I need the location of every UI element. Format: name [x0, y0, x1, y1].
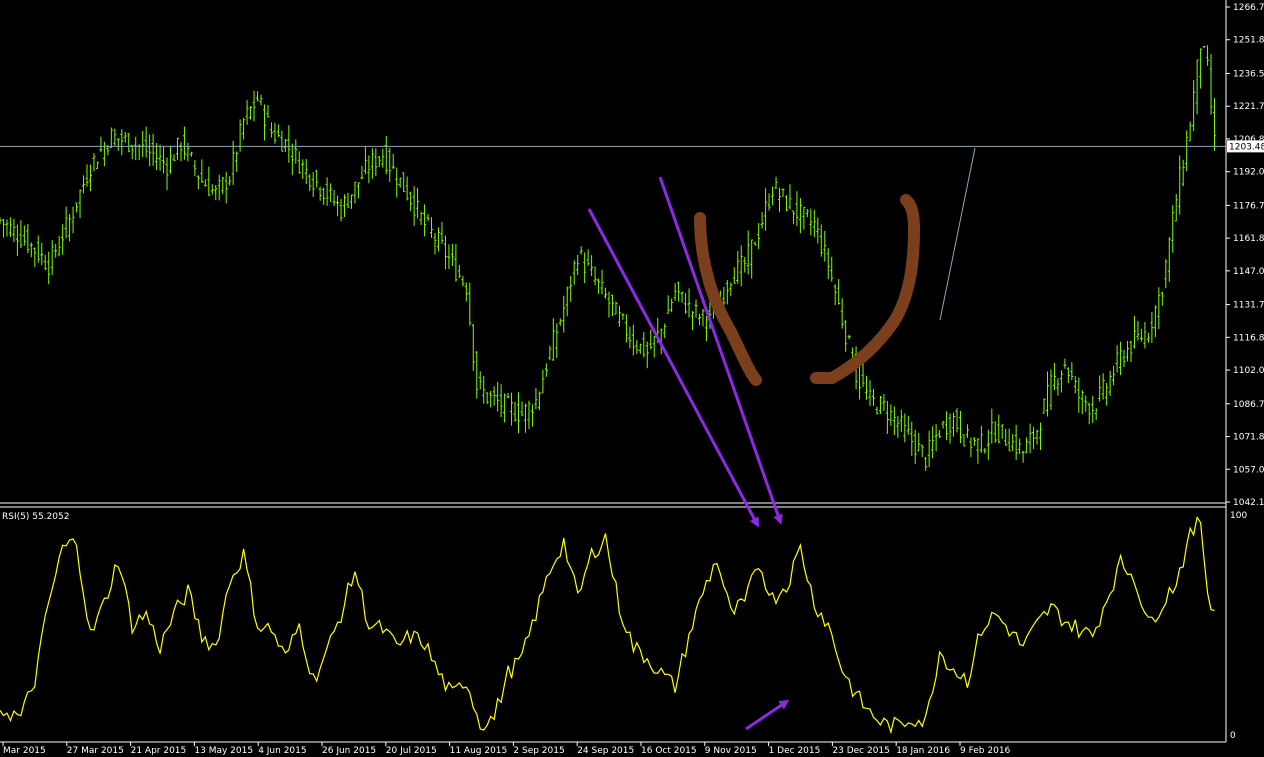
price-tick-label: 1116.85 — [1233, 333, 1264, 343]
price-tick-label: 1251.85 — [1233, 36, 1264, 46]
time-tick-label: 27 Mar 2015 — [67, 746, 124, 756]
price-tick-label: 1221.70 — [1233, 102, 1264, 112]
price-tick-label: 1042.15 — [1233, 498, 1264, 508]
time-tick-label: 26 Jun 2015 — [322, 746, 376, 756]
rsi-label: RSI(5) 55.2052 — [2, 512, 69, 522]
time-tick-label: 11 Aug 2015 — [450, 746, 508, 756]
time-tick-label: 21 Apr 2015 — [131, 746, 187, 756]
time-tick-label: 9 Nov 2015 — [705, 746, 757, 756]
price-tick-label: 1071.85 — [1233, 433, 1264, 443]
time-tick-label: 1 Dec 2015 — [769, 746, 821, 756]
price-tick-label: 1131.70 — [1233, 301, 1264, 311]
time-tick-label: 16 Oct 2015 — [641, 746, 697, 756]
time-tick-label: 2 Sep 2015 — [513, 746, 564, 756]
price-tick-label: 1057.00 — [1233, 465, 1264, 475]
price-tick-label: 1176.70 — [1233, 201, 1264, 211]
current-price-label: 1203.48 — [1229, 142, 1264, 152]
price-tick-label: 1236.55 — [1233, 69, 1264, 79]
rsi-tick-label: 0 — [1230, 731, 1236, 741]
price-tick-label: 1086.70 — [1233, 400, 1264, 410]
price-tick-label: 1147.00 — [1233, 267, 1264, 277]
trading-chart: 1266.701251.851236.551221.701206.851192.… — [0, 0, 1264, 757]
time-tick-label: 23 Dec 2015 — [832, 746, 890, 756]
price-tick-label: 1161.85 — [1233, 234, 1264, 244]
price-tick-label: 1192.00 — [1233, 168, 1264, 178]
rsi-tick-label: 100 — [1230, 511, 1247, 521]
time-tick-label: 4 Jun 2015 — [258, 746, 306, 756]
time-tick-label: 9 Feb 2016 — [960, 746, 1011, 756]
time-tick-label: 20 Jul 2015 — [386, 746, 437, 756]
price-tick-label: 1102.00 — [1233, 366, 1264, 376]
time-tick-label: 13 May 2015 — [194, 746, 253, 756]
time-tick-label: Mar 2015 — [3, 746, 46, 756]
price-tick-label: 1266.70 — [1233, 3, 1264, 13]
time-tick-label: 18 Jan 2016 — [896, 746, 950, 756]
time-tick-label: 24 Sep 2015 — [577, 746, 634, 756]
